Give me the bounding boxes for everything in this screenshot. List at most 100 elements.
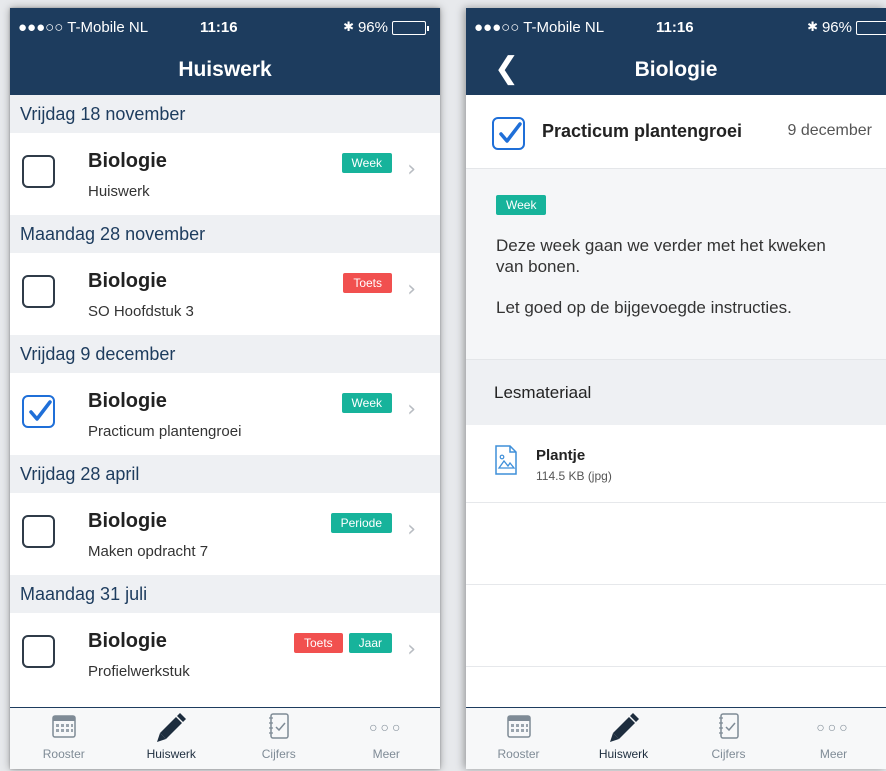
- tab-rooster[interactable]: Rooster: [466, 708, 571, 769]
- date-section-header: Vrijdag 9 december: [10, 335, 440, 373]
- more-icon: ○○○: [816, 719, 851, 735]
- carrier-label: ●●●○○ T-Mobile NL: [18, 19, 149, 36]
- chevron-right-icon: ›: [407, 397, 416, 422]
- attachment-name: Plantje: [536, 447, 586, 464]
- tab-cijfers[interactable]: Cijfers: [225, 708, 333, 769]
- badge-group: Toets: [343, 273, 392, 293]
- huiswerk-screen: ●●●○○ T-Mobile NL 11:16 ✱ 96% Huiswerk V…: [10, 8, 440, 769]
- page-title: Biologie: [634, 58, 718, 81]
- type-badge: Jaar: [348, 633, 392, 653]
- date-section-header: Vrijdag 18 november: [10, 95, 440, 133]
- tab-label: Rooster: [497, 747, 540, 761]
- tab-label: Huiswerk: [598, 747, 649, 761]
- subject-label: Biologie: [88, 630, 167, 652]
- attachment-row[interactable]: Plantje 114.5 KB (jpg): [466, 425, 886, 503]
- subject-label: Biologie: [88, 510, 167, 532]
- battery-percentage: 96%: [821, 19, 852, 36]
- subject-label: Biologie: [88, 150, 167, 172]
- tab-huiswerk[interactable]: Huiswerk: [118, 708, 226, 769]
- date-section-header: Maandag 31 juli: [10, 575, 440, 613]
- pencil-icon: [154, 709, 188, 746]
- homework-description: Maken opdracht 7: [88, 543, 209, 560]
- battery-status: ✱ 96%: [807, 19, 886, 36]
- homework-checkbox[interactable]: [22, 515, 55, 548]
- page-title: Huiswerk: [178, 58, 272, 81]
- homework-checkbox[interactable]: [22, 155, 55, 188]
- tab-label: Cijfers: [711, 747, 746, 761]
- completed-checkbox[interactable]: [492, 117, 525, 150]
- empty-row: [466, 503, 886, 585]
- battery-icon: [856, 20, 886, 35]
- tab-huiswerk[interactable]: Huiswerk: [571, 708, 676, 769]
- badge-group: Toets Jaar: [293, 633, 392, 653]
- tab-label: Cijfers: [261, 747, 296, 761]
- back-chevron-icon[interactable]: ❮: [494, 54, 519, 84]
- tab-label: Meer: [819, 747, 848, 761]
- homework-description: Profielwerkstuk: [88, 663, 190, 680]
- tab-meer[interactable]: ○○○ Meer: [781, 708, 886, 769]
- carrier-label: ●●●○○ T-Mobile NL: [474, 19, 605, 36]
- type-badge: Toets: [343, 273, 392, 293]
- bluetooth-icon: ✱: [807, 20, 818, 35]
- bluetooth-icon: ✱: [343, 20, 354, 35]
- homework-description: Week Deze week gaan we verder met het kw…: [466, 169, 886, 359]
- more-icon: ○○○: [369, 719, 404, 735]
- homework-list: Vrijdag 18 november Biologie Huiswerk Week ›…: [10, 95, 440, 695]
- badge-group: Week: [341, 153, 392, 173]
- type-badge: Toets: [293, 633, 343, 653]
- tab-bar: Rooster Huiswerk Cijfers ○○○ Meer: [466, 707, 886, 769]
- tab-label: Huiswerk: [146, 747, 196, 761]
- homework-checkbox[interactable]: [22, 635, 55, 668]
- calendar-icon: [506, 713, 532, 742]
- image-file-icon: [494, 445, 518, 480]
- homework-item[interactable]: Biologie Profielwerkstuk Toets Jaar ›: [10, 613, 440, 695]
- type-badge: Week: [341, 393, 392, 413]
- checkmark-icon: [29, 400, 52, 421]
- homework-description: SO Hoofdstuk 3: [88, 303, 194, 320]
- type-badge: Week: [496, 195, 547, 215]
- attachment-size: 114.5 KB (jpg): [536, 469, 612, 483]
- battery-status: ✱ 96%: [343, 19, 429, 36]
- homework-description: Practicum plantengroei: [88, 423, 242, 440]
- clock: 11:16: [200, 19, 238, 36]
- badge-group: Periode: [330, 513, 392, 533]
- tab-cijfers[interactable]: Cijfers: [676, 708, 781, 769]
- detail-header: Practicum plantengroei 9 december: [466, 95, 886, 169]
- date-section-header: Maandag 28 november: [10, 215, 440, 253]
- clock: 11:16: [656, 19, 694, 36]
- grades-icon: [718, 712, 740, 743]
- badge-group: Week: [341, 393, 392, 413]
- homework-title: Practicum plantengroei: [542, 121, 743, 141]
- homework-detail-screen: ●●●○○ T-Mobile NL 11:16 ✱ 96% ❮ Biologie…: [466, 8, 886, 769]
- status-bar: ●●●○○ T-Mobile NL 11:16 ✱ 96%: [10, 8, 440, 48]
- battery-percentage: 96%: [357, 19, 388, 36]
- subject-label: Biologie: [88, 390, 167, 412]
- homework-item[interactable]: Biologie SO Hoofdstuk 3 Toets ›: [10, 253, 440, 335]
- empty-row: [466, 585, 886, 667]
- tab-bar: Rooster Huiswerk Cijfers ○○○ Meer: [10, 707, 440, 769]
- homework-item[interactable]: Biologie Practicum plantengroei Week ›: [10, 373, 440, 455]
- homework-description: Huiswerk: [88, 183, 150, 200]
- grades-icon: [268, 712, 290, 743]
- homework-date: 9 december: [787, 122, 873, 139]
- chevron-right-icon: ›: [407, 277, 416, 302]
- type-badge: Periode: [330, 513, 392, 533]
- tab-rooster[interactable]: Rooster: [10, 708, 118, 769]
- description-paragraph: Deze week gaan we verder met het kweken …: [496, 236, 826, 276]
- tab-label: Meer: [372, 747, 400, 761]
- lesmateriaal-header: Lesmateriaal: [466, 359, 886, 425]
- pencil-icon: [607, 709, 641, 746]
- nav-bar: Huiswerk: [10, 48, 440, 95]
- status-bar: ●●●○○ T-Mobile NL 11:16 ✱ 96%: [466, 8, 886, 48]
- tab-meer[interactable]: ○○○ Meer: [333, 708, 441, 769]
- chevron-right-icon: ›: [407, 637, 416, 662]
- homework-item[interactable]: Biologie Maken opdracht 7 Periode ›: [10, 493, 440, 575]
- tab-label: Rooster: [42, 747, 85, 761]
- chevron-right-icon: ›: [407, 157, 416, 182]
- nav-bar: ❮ Biologie: [466, 48, 886, 95]
- checkmark-icon: [499, 122, 522, 143]
- homework-item[interactable]: Biologie Huiswerk Week ›: [10, 133, 440, 215]
- homework-checkbox[interactable]: [22, 275, 55, 308]
- homework-checkbox[interactable]: [22, 395, 55, 428]
- chevron-right-icon: ›: [407, 517, 416, 542]
